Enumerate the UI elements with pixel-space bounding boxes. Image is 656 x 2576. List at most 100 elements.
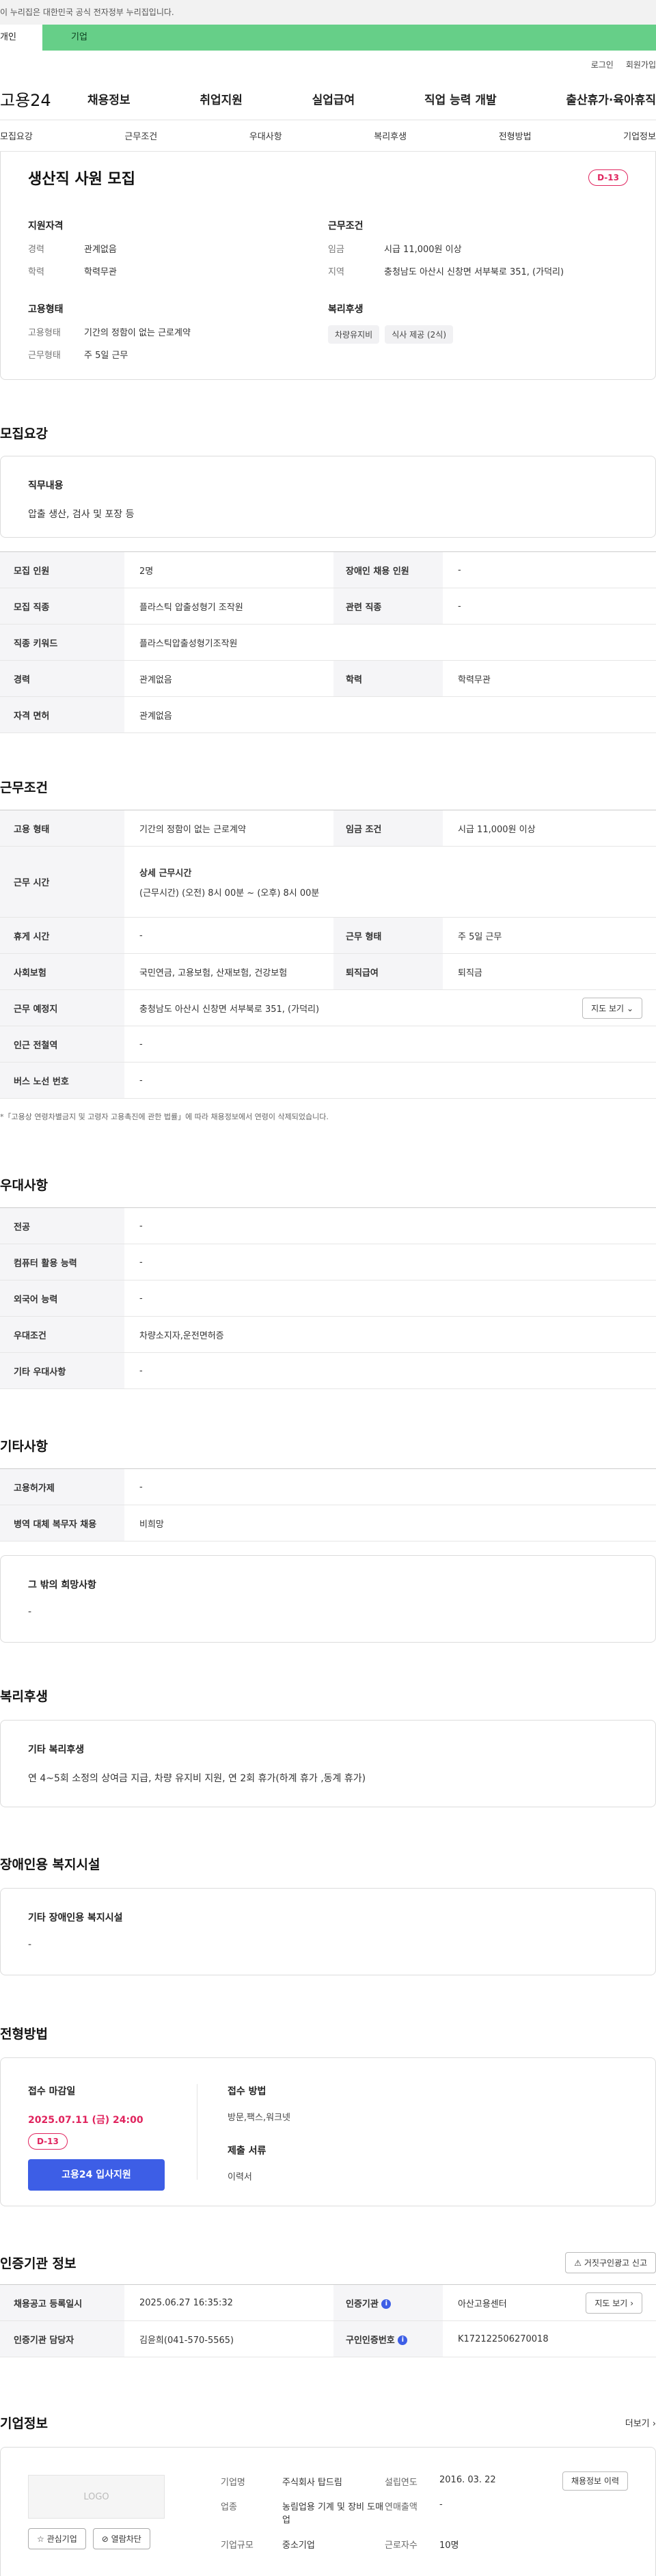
cert-section: 인증기관 정보 ⚠ 거짓구인광고 신고 채용공고 등록일시 2025.06.27…: [0, 2252, 656, 2357]
more-link-label: 더보기: [625, 2419, 650, 2429]
subnav-recruit[interactable]: 모집요강: [0, 129, 33, 142]
table-header: 퇴직급여: [333, 953, 443, 990]
wage-value: 시급 11,000원 이상: [384, 245, 462, 255]
staff-label: 근로자수: [385, 2540, 418, 2551]
table-row: 직종 키워드 플라스틱압출성형기조작원: [0, 624, 656, 661]
table-header: 장애인 채용 인원: [333, 551, 443, 588]
table-cell: -: [443, 588, 656, 625]
favorite-button[interactable]: ☆ 관심기업: [28, 2528, 86, 2549]
cert-table: 채용공고 등록일시 2025.06.27 16:35:32 인증기관 i 아산고…: [0, 2284, 656, 2357]
map-button[interactable]: 지도 보기 ⌄: [582, 997, 642, 1019]
table-row: 모집 인원 2명 장애인 채용 인원 -: [0, 551, 656, 588]
recruit-table: 모집 인원 2명 장애인 채용 인원 - 모집 직종 플라스틱 압출성형기 조작…: [0, 551, 656, 733]
wage-label: 임금: [328, 245, 344, 255]
industry-label: 업종: [221, 2502, 237, 2513]
table-header: 인증기관 담당자: [0, 2320, 124, 2357]
chevron-right-icon: ›: [630, 2298, 633, 2308]
login-link[interactable]: 로그인: [591, 59, 614, 70]
site-logo[interactable]: 고용24: [0, 87, 87, 111]
job-desc-value: 압출 생산, 검사 및 포장 등: [28, 509, 135, 520]
table-cell: 비희망: [124, 1505, 656, 1542]
etc-heading: 기타사항: [0, 1439, 48, 1454]
company-section: 기업정보 더보기 › LOGO ☆ 관심기업 ⊘ 열람차단 기업명 주식회사 탑…: [0, 2413, 656, 2576]
table-cell: 플라스틱 압출성형기 조작원: [124, 588, 333, 625]
conditions-heading: 근무조건: [328, 221, 364, 232]
cert-map-button[interactable]: 지도 보기 ›: [586, 2292, 642, 2314]
career-value: 관계없음: [84, 245, 117, 255]
join-link[interactable]: 회원가입: [626, 59, 656, 70]
company-name-label: 기업명: [221, 2478, 245, 2488]
method-value: 방문,팩스,워크넷: [228, 2113, 290, 2123]
welfare-section: 복리후생 기타 복리후생 연 4~5회 소정의 상여금 지급, 차량 유지비 지…: [0, 1686, 656, 1807]
menu-training[interactable]: 직업 능력 개발: [424, 90, 497, 107]
subnav-selection[interactable]: 전형방법: [499, 129, 532, 142]
report-button[interactable]: ⚠ 거짓구인광고 신고: [565, 2252, 656, 2273]
report-button-label: 거짓구인광고 신고: [584, 2258, 647, 2268]
dday-badge: D-13: [588, 169, 628, 186]
table-header: 사회보험: [0, 953, 124, 990]
table-row: 기타 우대사항 -: [0, 1352, 656, 1389]
career-label: 경력: [28, 245, 44, 255]
docs-label: 제출 서류: [228, 2146, 266, 2156]
table-header: 근무 예정지: [0, 989, 124, 1026]
apply-button[interactable]: 고용24 입사지원: [28, 2159, 165, 2191]
staff-value: 10명: [439, 2540, 459, 2551]
welfare-chip: 차량유지비: [328, 325, 380, 344]
job-desc-title: 직무내용: [28, 480, 64, 491]
table-row: 인증기관 담당자 김윤희(041-570-5565) 구인인증번호 i K172…: [0, 2320, 656, 2357]
menu-jobs[interactable]: 채용정보: [87, 90, 131, 107]
table-header: 인증기관 i: [333, 2284, 443, 2321]
more-link[interactable]: 더보기 ›: [625, 2416, 656, 2429]
table-header: 근무 형태: [333, 917, 443, 954]
table-header: 구인인증번호 i: [333, 2320, 443, 2357]
table-header: 관련 직종: [333, 588, 443, 625]
util-nav: 로그인 회원가입: [0, 51, 656, 78]
welfare-section-heading: 복리후생: [0, 1689, 48, 1704]
menu-parental-leave[interactable]: 출산휴가·육아휴직: [566, 90, 656, 107]
history-button[interactable]: 채용정보 이력: [562, 2471, 628, 2491]
subnav-company[interactable]: 기업정보: [623, 129, 656, 142]
disability-box: 기타 장애인용 복지시설 -: [0, 1888, 656, 1975]
tab-personal[interactable]: 개인: [0, 25, 42, 51]
age-note: *「고용상 연령차별금지 및 고령자 고용촉진에 관한 법률」에 따라 채용정보…: [0, 1112, 329, 1121]
table-cell: -: [124, 1244, 656, 1280]
method-label: 접수 방법: [228, 2086, 266, 2097]
star-icon: ☆: [37, 2534, 44, 2544]
table-cell: 2명: [124, 551, 333, 588]
welfare-box-value: 연 4~5회 소정의 상여금 지급, 차량 유지비 지원, 연 2회 휴가(하계…: [28, 1773, 366, 1784]
table-header: 임금 조건: [333, 810, 443, 847]
hours-value: (근무시간) (오전) 8시 00분 ~ (오후) 8시 00분: [139, 888, 320, 899]
sales-label: 연매출액: [385, 2502, 418, 2513]
table-row: 고용허가제 -: [0, 1468, 656, 1505]
emp-type-value: 기간의 정함이 없는 근로계약: [84, 328, 191, 338]
menu-unemployment[interactable]: 실업급여: [312, 90, 355, 107]
table-cell: -: [124, 917, 333, 954]
table-header: 외국어 능력: [0, 1280, 124, 1317]
table-cell: -: [443, 551, 656, 588]
disability-heading: 장애인용 복지시설: [0, 1857, 100, 1872]
info-icon[interactable]: i: [381, 2299, 392, 2309]
disability-section: 장애인용 복지시설 기타 장애인용 복지시설 -: [0, 1854, 656, 1975]
table-cell: -: [124, 1280, 656, 1317]
cert-heading: 인증기관 정보: [0, 2256, 77, 2271]
table-header: 경력: [0, 660, 124, 697]
table-cell: 상세 근무시간 (근무시간) (오전) 8시 00분 ~ (오후) 8시 00분: [124, 846, 656, 918]
subnav-work[interactable]: 근무조건: [124, 129, 157, 142]
table-cell: 주 5일 근무: [443, 917, 656, 954]
table-header: 고용허가제: [0, 1468, 124, 1505]
menu-employment-support[interactable]: 취업지원: [200, 90, 243, 107]
tab-company[interactable]: 기업: [42, 25, 656, 51]
block-button[interactable]: ⊘ 열람차단: [92, 2528, 150, 2549]
table-header: 직종 키워드: [0, 624, 124, 661]
table-cell: -: [124, 1026, 656, 1063]
welfare-box-title: 기타 복리후생: [28, 1744, 85, 1755]
table-header: 고용 형태: [0, 810, 124, 847]
welfare-chip: 식사 제공 (2식): [385, 325, 454, 344]
table-header: 컴퓨터 활용 능력: [0, 1244, 124, 1280]
job-desc-box: 직무내용 압출 생산, 검사 및 포장 등: [0, 456, 656, 538]
table-cell: 학력무관: [443, 660, 656, 697]
info-icon[interactable]: i: [398, 2335, 408, 2345]
subnav-welfare[interactable]: 복리후생: [374, 129, 407, 142]
subnav-pref[interactable]: 우대사항: [249, 129, 282, 142]
recruit-section: 모집요강 직무내용 압출 생산, 검사 및 포장 등 모집 인원 2명 장애인 …: [0, 424, 656, 733]
